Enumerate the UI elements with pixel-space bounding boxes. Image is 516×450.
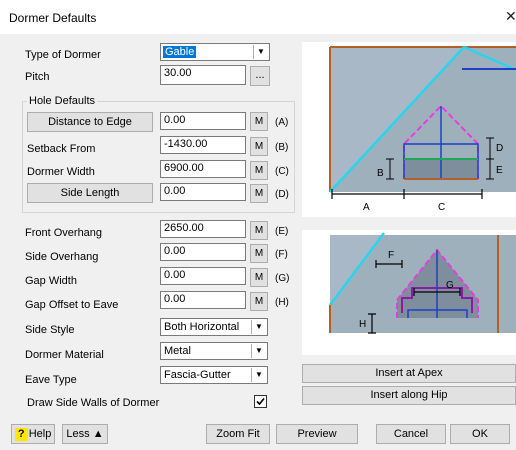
- setback-from-input[interactable]: -1430.00: [160, 136, 246, 154]
- tag-c: (C): [275, 166, 289, 177]
- tag-b: (B): [275, 142, 289, 153]
- distance-to-edge-m-button[interactable]: M: [250, 112, 268, 131]
- diagram-label-g: G: [446, 280, 454, 291]
- draw-side-walls-checkbox[interactable]: [254, 395, 267, 408]
- diagram-label-a: A: [363, 202, 370, 213]
- less-button[interactable]: Less ▲: [62, 424, 108, 444]
- window-title: Dormer Defaults: [9, 11, 97, 25]
- type-of-dormer-value: Gable: [163, 46, 197, 58]
- insert-at-apex-button[interactable]: Insert at Apex: [302, 364, 516, 383]
- type-of-dormer-select[interactable]: Gable ▼: [160, 43, 270, 61]
- pitch-label: Pitch: [25, 71, 50, 83]
- diagram-label-e: E: [496, 165, 503, 176]
- gap-offset-m-button[interactable]: M: [250, 292, 268, 311]
- close-icon[interactable]: ✕: [505, 8, 516, 25]
- help-icon: ?: [14, 428, 28, 441]
- draw-side-walls-label: Draw Side Walls of Dormer: [27, 397, 160, 409]
- help-label: Help: [28, 428, 52, 440]
- side-length-button[interactable]: Side Length: [27, 183, 153, 203]
- side-overhang-m-button[interactable]: M: [250, 244, 268, 263]
- diagram-label-b: B: [377, 168, 384, 179]
- tag-e: (E): [275, 226, 289, 237]
- gap-width-label: Gap Width: [25, 275, 77, 287]
- gap-offset-input[interactable]: 0.00: [160, 291, 246, 309]
- diagram-label-h: H: [359, 319, 366, 330]
- distance-to-edge-input[interactable]: 0.00: [160, 112, 246, 130]
- preview-button[interactable]: Preview: [276, 424, 358, 444]
- tag-g: (G): [275, 273, 290, 284]
- eave-type-select[interactable]: Fascia-Gutter ▼: [160, 366, 268, 384]
- chevron-down-icon[interactable]: ▼: [251, 368, 266, 382]
- dormer-material-select[interactable]: Metal ▼: [160, 342, 268, 360]
- type-of-dormer-label: Type of Dormer: [25, 49, 101, 61]
- gable-dormer-plan-diagram: B D E A C: [329, 45, 516, 213]
- chevron-down-icon[interactable]: ▼: [251, 320, 266, 334]
- side-length-input[interactable]: 0.00: [160, 183, 246, 201]
- cancel-button[interactable]: Cancel: [376, 424, 446, 444]
- setback-from-label: Setback From: [27, 143, 96, 155]
- setback-from-m-button[interactable]: M: [250, 137, 268, 156]
- gap-width-input[interactable]: 0.00: [160, 267, 246, 285]
- distance-to-edge-button[interactable]: Distance to Edge: [27, 112, 153, 132]
- ok-button[interactable]: OK: [450, 424, 510, 444]
- hole-defaults-title: Hole Defaults: [27, 95, 98, 107]
- bottom-diagram-panel: F G H: [302, 230, 516, 355]
- pitch-input[interactable]: 30.00: [160, 65, 246, 85]
- checkmark-icon: [256, 397, 265, 406]
- tag-d: (D): [275, 189, 289, 200]
- pitch-picker-button[interactable]: ...: [250, 66, 270, 86]
- front-overhang-label: Front Overhang: [25, 227, 103, 239]
- dormer-width-input[interactable]: 6900.00: [160, 160, 246, 178]
- top-diagram-panel: B D E A C: [302, 42, 516, 217]
- dormer-material-label: Dormer Material: [25, 349, 104, 361]
- diagram-label-f: F: [388, 250, 394, 261]
- gap-offset-label: Gap Offset to Eave: [25, 299, 119, 311]
- side-length-m-button[interactable]: M: [250, 184, 268, 203]
- eave-type-value: Fascia-Gutter: [164, 369, 231, 381]
- chevron-down-icon[interactable]: ▼: [253, 45, 268, 59]
- diagram-label-d: D: [496, 143, 503, 154]
- insert-along-hip-button[interactable]: Insert along Hip: [302, 386, 516, 405]
- side-style-select[interactable]: Both Horizontal ▼: [160, 318, 268, 336]
- side-style-label: Side Style: [25, 324, 75, 336]
- help-button[interactable]: ? Help: [11, 424, 55, 444]
- diagram-label-c: C: [438, 202, 445, 213]
- side-overhang-input[interactable]: 0.00: [160, 243, 246, 261]
- side-style-value: Both Horizontal: [164, 321, 240, 333]
- tag-a: (A): [275, 117, 289, 128]
- zoom-fit-button[interactable]: Zoom Fit: [206, 424, 270, 444]
- front-overhang-m-button[interactable]: M: [250, 221, 268, 240]
- tag-h: (H): [275, 297, 289, 308]
- dormer-width-label: Dormer Width: [27, 166, 95, 178]
- front-overhang-input[interactable]: 2650.00: [160, 220, 246, 238]
- chevron-down-icon[interactable]: ▼: [251, 344, 266, 358]
- eave-type-label: Eave Type: [25, 374, 77, 386]
- dormer-width-m-button[interactable]: M: [250, 161, 268, 180]
- gap-width-m-button[interactable]: M: [250, 268, 268, 287]
- dormer-material-value: Metal: [164, 345, 191, 357]
- tag-f: (F): [275, 249, 288, 260]
- side-overhang-label: Side Overhang: [25, 251, 99, 263]
- gable-dormer-detail-diagram: F G H: [329, 232, 516, 334]
